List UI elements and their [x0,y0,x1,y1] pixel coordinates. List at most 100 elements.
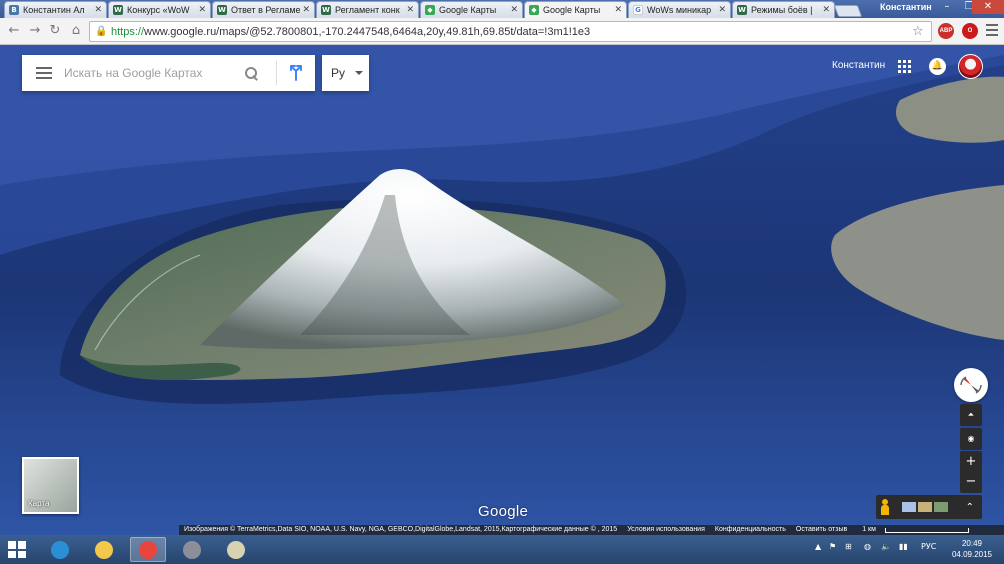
paint-icon[interactable] [218,537,254,562]
browser-tab[interactable]: W Режимы боёв | ✕ [732,1,835,18]
browser-tab[interactable]: ◆ Google Карты ✕ [420,1,523,18]
close-tab-icon[interactable]: ✕ [94,5,102,15]
maps-icon: ◆ [529,5,539,15]
tab-title: Google Карты [439,5,497,15]
close-tab-icon[interactable]: ✕ [718,5,726,15]
shield-icon: W [113,5,123,15]
privacy-link[interactable]: Конфиденциальность [710,525,791,535]
windows-taskbar: ▲ ⚑ ⊞ ◍ 🔈 ▮▮ РУС 20:49 04.09.2015 [0,535,1004,564]
url-text[interactable]: https://www.google.ru/maps/@52.7800801,-… [111,26,912,38]
close-window-icon[interactable]: ✕ [972,0,1004,14]
forward-icon[interactable]: → [27,23,43,39]
tab-strip: B Константин Ал ✕ W Конкурс «WoW ✕ W Ответ в Ре… [0,0,1004,18]
browser-tab[interactable]: W Конкурс «WoW ✕ [108,1,211,18]
shield-icon: W [217,5,227,15]
zoom-in-button[interactable]: + [960,451,982,473]
network-flag-icon[interactable]: ⚑ [829,542,836,551]
chevron-down-icon [355,71,364,75]
google-icon: G [633,5,643,15]
minimize-icon[interactable]: – [936,0,958,14]
apps-grid-icon[interactable] [898,60,911,73]
compass-icon [960,376,982,394]
adblock-icon[interactable]: ABP [938,23,954,39]
shield-icon: W [737,5,747,15]
attribution-bar: Изображения © TerraMetrics,Data SIO, NOA… [179,525,1004,535]
tab-title: Ответ в Регламе [231,5,301,15]
wows-icon[interactable] [174,537,210,562]
browser-tab[interactable]: B Константин Ал ✕ [4,1,107,18]
browser-tab[interactable]: ◆ Google Карты ✕ [524,1,627,18]
language-select[interactable]: Ру [322,55,369,91]
tilt-button[interactable]: ⏶ [960,404,982,426]
my-location-icon[interactable]: ◉ [960,428,982,450]
bookmark-star-icon[interactable]: ☆ [912,24,928,39]
input-language[interactable]: РУС [921,542,936,551]
lock-icon: 🔒 [95,25,108,37]
imagery-thumbnails[interactable] [902,502,948,512]
terms-link[interactable]: Условия использования [622,525,710,535]
tab-title: Google Карты [543,5,601,15]
ie-icon[interactable] [42,537,78,562]
imagery-credits: Изображения © TerraMetrics,Data SIO, NOA… [184,526,618,533]
map-viewport[interactable]: Ру Константин 🔔 ⏶ ◉ + − ⌃ Карта Google И… [0,45,1004,535]
notifications-bell-icon[interactable]: 🔔 [929,58,946,75]
close-tab-icon[interactable]: ✕ [406,5,414,15]
close-tab-icon[interactable]: ✕ [510,5,518,15]
search-input[interactable] [64,66,244,80]
chrome-glyph [139,540,157,559]
search-icon[interactable] [244,66,258,80]
close-tab-icon[interactable]: ✕ [198,5,206,15]
directions-button[interactable] [277,55,315,91]
satellite-3d-view [0,45,1004,535]
back-icon[interactable]: ← [6,23,22,39]
tab-title: Регламент конк [335,5,400,15]
chrome-menu-icon[interactable] [986,24,998,38]
system-clock[interactable]: 20:49 04.09.2015 [950,538,994,560]
browser-tab[interactable]: W Регламент конк ✕ [316,1,419,18]
scale-bar[interactable]: 1 км [852,525,974,535]
search-box [22,55,315,91]
volume-icon[interactable]: 🔈 [881,542,891,551]
chrome-icon[interactable] [130,537,166,562]
explorer-icon[interactable] [86,537,122,562]
explorer-glyph [95,540,113,559]
reload-icon[interactable]: ↻ [47,23,63,39]
tab-title: WoWs миникар [647,5,712,15]
map-type-toggle[interactable]: Карта [22,457,79,514]
browser-tab[interactable]: G WoWs миникар ✕ [628,1,731,18]
signal-icon[interactable]: ▮▮ [899,542,908,551]
avatar[interactable] [958,54,983,79]
vk-icon: B [9,5,19,15]
pegman-bar: ⌃ [876,495,982,519]
address-bar[interactable]: 🔒 https://www.google.ru/maps/@52.7800801… [89,21,932,42]
new-tab-button[interactable] [833,5,863,17]
tray-arrow-icon[interactable]: ▲ [815,542,821,551]
tab-title: Режимы боёв | [751,5,813,15]
close-tab-icon[interactable]: ✕ [822,5,830,15]
hamburger-menu-icon[interactable] [36,67,52,79]
pegman-icon[interactable] [880,499,890,515]
google-logo: Google [478,503,529,520]
home-icon[interactable]: ⌂ [68,23,84,39]
security-icon[interactable]: ◍ [864,542,871,551]
minimap-label: Карта [28,499,50,508]
clock-date: 04.09.2015 [951,550,993,559]
tab-title: Константин Ал [23,5,85,15]
start-button[interactable] [8,541,26,558]
shield-icon: W [321,5,331,15]
browser-toolbar: ← → ↻ ⌂ 🔒 https://www.google.ru/maps/@52… [0,18,1004,45]
chevron-up-icon[interactable]: ⌃ [966,502,974,513]
maps-user-name[interactable]: Константин [832,60,885,71]
compass-button[interactable] [954,368,988,402]
maps-icon: ◆ [425,5,435,15]
zoom-out-button[interactable]: − [960,471,982,493]
profile-name[interactable]: Константин [874,0,938,14]
feedback-link[interactable]: Оставить отзыв [791,525,852,535]
close-tab-icon[interactable]: ✕ [302,5,310,15]
windows-update-icon[interactable]: ⊞ [845,542,852,551]
opera-icon[interactable]: O [962,23,978,39]
browser-tab[interactable]: W Ответ в Регламе ✕ [212,1,315,18]
tab-title: Конкурс «WoW [127,5,190,15]
close-tab-icon[interactable]: ✕ [614,5,622,15]
directions-icon [290,65,302,81]
